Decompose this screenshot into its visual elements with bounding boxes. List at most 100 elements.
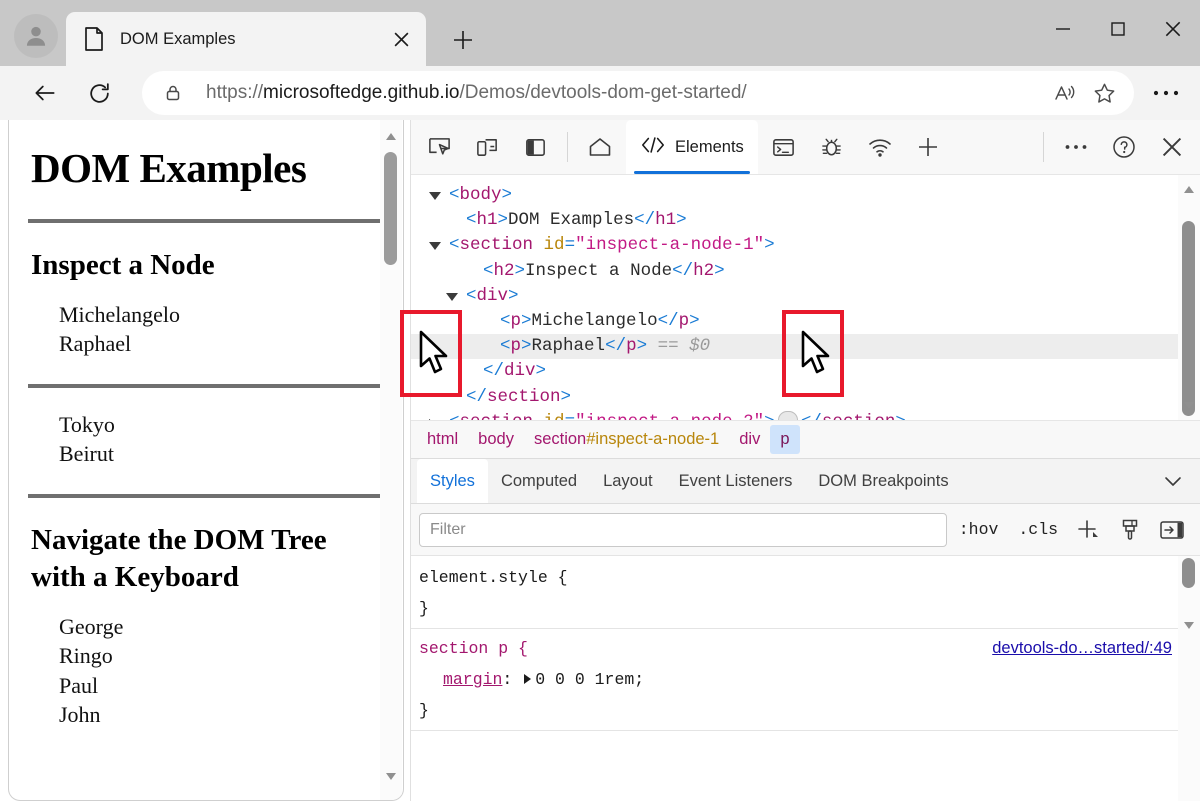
dom-tree-row[interactable]: <h2>Inspect a Node</h2>	[411, 259, 1178, 284]
reload-button[interactable]	[76, 70, 122, 116]
tab-computed[interactable]: Computed	[488, 459, 590, 503]
styles-rules[interactable]: element.style {} section p {devtools-do…s…	[411, 556, 1178, 801]
tab-elements[interactable]: Elements	[626, 120, 758, 174]
read-aloud-button[interactable]	[1044, 73, 1084, 113]
tab-layout[interactable]: Layout	[590, 459, 666, 503]
devtools-close-button[interactable]	[1151, 127, 1193, 167]
close-icon[interactable]	[386, 24, 416, 54]
dom-tree-scrollbar[interactable]	[1178, 175, 1200, 420]
expand-triangle-down-icon[interactable]	[429, 192, 441, 200]
toolbar-divider	[1043, 132, 1044, 162]
class-filter-button[interactable]: .cls	[1010, 513, 1066, 547]
style-declaration[interactable]: margin: 0 0 0 1rem;	[419, 664, 1178, 695]
styles-scrollbar[interactable]	[1178, 556, 1200, 801]
filter-input[interactable]: Filter	[419, 512, 947, 547]
scroll-up-arrow-icon[interactable]	[1182, 183, 1196, 197]
breadcrumb-item-div[interactable]: div	[729, 425, 770, 454]
computed-styles-button[interactable]	[1110, 512, 1150, 548]
dom-tree-row[interactable]: <p>Michelangelo</p>	[411, 309, 1178, 334]
breadcrumb-item-section[interactable]: section#inspect-a-node-1	[524, 425, 729, 454]
console-icon	[773, 138, 795, 156]
dom-tree-row[interactable]: <div>	[411, 284, 1178, 309]
scroll-down-arrow-icon[interactable]	[384, 769, 398, 783]
maximize-button[interactable]	[1090, 0, 1145, 58]
omnibox[interactable]: https://microsoftedge.github.io/Demos/de…	[142, 71, 1134, 115]
browser-tab[interactable]: DOM Examples	[66, 12, 426, 66]
window-close-button[interactable]	[1145, 0, 1200, 58]
scrollbar-thumb[interactable]	[1182, 221, 1195, 416]
dom-token: </	[657, 310, 679, 331]
scroll-down-arrow-icon[interactable]	[1182, 398, 1196, 412]
style-colon: :	[502, 670, 523, 689]
breadcrumb-item-html[interactable]: html	[417, 425, 468, 454]
inspect-element-button[interactable]	[418, 127, 460, 167]
plus-icon	[918, 138, 937, 156]
tab-styles[interactable]: Styles	[417, 459, 488, 503]
breadcrumb-item-p[interactable]: p	[770, 425, 800, 454]
dom-tree-row[interactable]: <section id="inspect-a-node-1">	[411, 233, 1178, 258]
dom-tree-row[interactable]: <p>Raphael</p> == $0	[411, 334, 1178, 360]
devtools-help-button[interactable]	[1103, 127, 1145, 167]
dom-tree-row[interactable]: </div>	[411, 359, 1178, 384]
dom-tree-row[interactable]: <body>	[411, 183, 1178, 208]
url-scheme: https://	[206, 82, 264, 103]
list-item: Paul	[59, 672, 99, 698]
styles-rules-container: element.style {} section p {devtools-do…s…	[411, 556, 1200, 801]
stylesheet-source-link[interactable]: devtools-do…started/:49	[992, 633, 1172, 664]
dom-token: section	[460, 412, 534, 420]
dom-token	[533, 235, 544, 255]
tab-dom-breakpoints[interactable]: DOM Breakpoints	[805, 459, 961, 503]
home-icon	[589, 138, 611, 156]
back-button[interactable]	[22, 70, 68, 116]
new-style-rule-button[interactable]	[1068, 512, 1108, 548]
browser-settings-button[interactable]	[1140, 70, 1192, 116]
expand-triangle-down-icon[interactable]	[429, 242, 441, 251]
debugger-button[interactable]	[811, 127, 853, 167]
scrollbar-thumb[interactable]	[384, 152, 397, 265]
more-tools-button[interactable]	[907, 127, 949, 167]
paintbrush-icon	[1122, 519, 1138, 540]
minimize-button[interactable]	[1035, 0, 1090, 58]
devtools-more-options-button[interactable]	[1055, 127, 1097, 167]
list-item: John	[59, 701, 101, 727]
dom-token: <	[466, 285, 477, 306]
style-property-name[interactable]: margin	[443, 670, 502, 689]
breadcrumb-item-body[interactable]: body	[468, 425, 524, 454]
help-circle-icon	[1113, 136, 1135, 158]
new-tab-button[interactable]	[440, 22, 486, 58]
scroll-down-arrow-icon[interactable]	[1182, 618, 1196, 632]
style-property-value[interactable]: 0 0 0 1rem;	[535, 670, 644, 689]
maximize-icon	[1110, 22, 1125, 36]
network-button[interactable]	[859, 127, 901, 167]
dom-tree-row[interactable]: <h1>DOM Examples</h1>	[411, 208, 1178, 233]
list-item: Beirut	[59, 441, 114, 467]
dom-tree-row[interactable]: </section>	[411, 385, 1178, 410]
expand-triangle-right-icon[interactable]	[429, 418, 437, 420]
profile-avatar[interactable]	[14, 14, 58, 58]
browser-window: DOM Examples https://microsoftedge.githu…	[0, 0, 1200, 801]
collapsed-content-badge[interactable]: …	[777, 411, 798, 420]
favorite-button[interactable]	[1084, 73, 1124, 113]
style-rule-header[interactable]: section p {devtools-do…started/:49	[419, 633, 1178, 664]
styles-pane-tabs[interactable]: Styles Computed Layout Event Listeners DOM B…	[411, 458, 1200, 504]
dom-token: h2	[693, 260, 715, 281]
page-scrollbar[interactable]	[380, 120, 402, 800]
dock-side-button[interactable]	[514, 127, 556, 167]
welcome-home-button[interactable]	[579, 127, 621, 167]
style-rule-header[interactable]: element.style {	[419, 562, 1178, 593]
dom-tree[interactable]: <body> <h1>DOM Examples</h1> <section id="…	[411, 175, 1178, 420]
scrollbar-thumb[interactable]	[1182, 558, 1195, 588]
hover-state-button[interactable]: :hov	[951, 513, 1007, 547]
expand-triangle-right-icon[interactable]	[524, 673, 532, 684]
expand-triangle-down-icon[interactable]	[446, 292, 458, 301]
breadcrumb[interactable]: html body section#inspect-a-node-1 div p	[411, 420, 1200, 458]
tab-event-listeners[interactable]: Event Listeners	[666, 459, 806, 503]
dom-tree-row[interactable]: <section id="inspect-a-node-2">…</sectio…	[411, 410, 1178, 420]
scroll-up-arrow-icon[interactable]	[384, 130, 398, 144]
page-viewport: DOM Examples Inspect a Node Michelangelo…	[0, 120, 410, 801]
styles-more-tabs-button[interactable]	[1152, 460, 1194, 502]
toggle-sidebar-button[interactable]	[1152, 512, 1192, 548]
console-button[interactable]	[763, 127, 805, 167]
device-emulation-button[interactable]	[466, 127, 508, 167]
section-list: Tokyo Beirut	[59, 410, 373, 468]
